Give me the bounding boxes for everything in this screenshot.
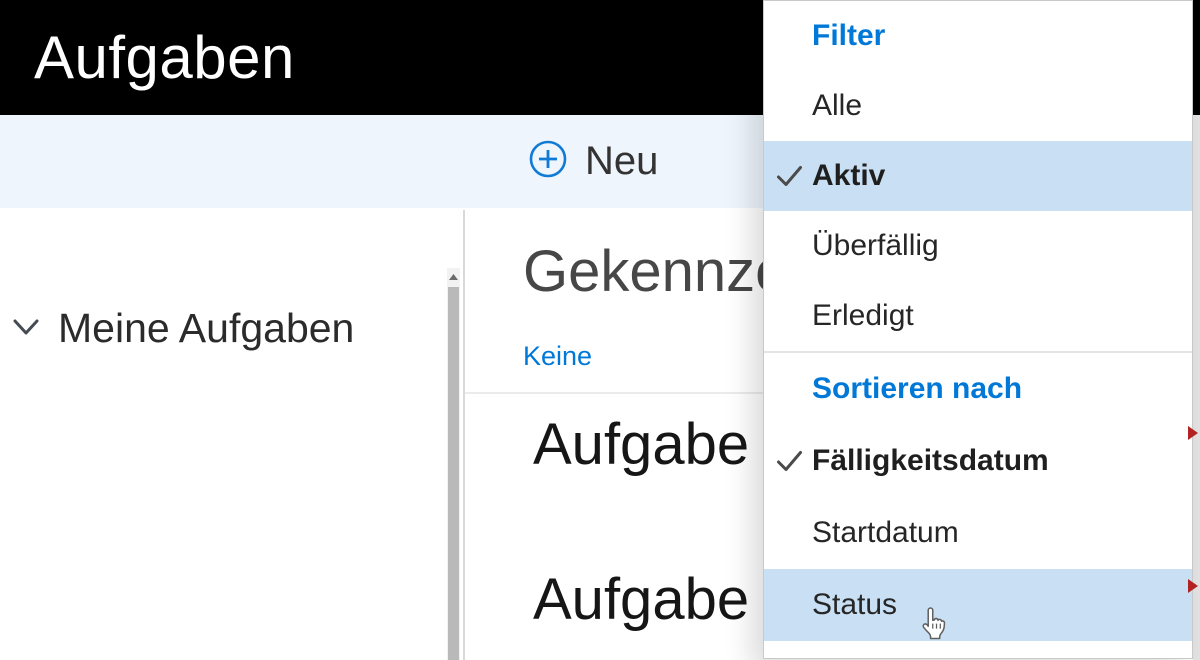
menu-item-alle[interactable]: Alle [764,71,1192,141]
task-list-item[interactable]: Aufgabe 2 [533,411,797,478]
sidebar-item-label: Meine Aufgaben [58,304,355,351]
menu-header-filter: Filter [812,19,886,52]
scroll-up-arrow-icon[interactable] [447,268,460,285]
menu-item-ueberfaellig[interactable]: Überfällig [764,211,1192,281]
menu-item-label: Aktiv [812,159,886,192]
new-task-button[interactable]: Neu [528,115,658,208]
flag-icon[interactable] [1188,426,1198,440]
menu-item-startdatum[interactable]: Startdatum [764,497,1192,569]
chevron-down-icon[interactable] [8,317,44,339]
checkmark-icon [776,450,803,473]
checkmark-icon [776,165,803,188]
window-edge-header [1193,0,1200,115]
tasks-app-window: Aufgaben Neu Meine Aufgaben Gekennzeichn… [0,0,1200,660]
menu-item-faelligkeitsdatum[interactable]: Fälligkeitsdatum [764,425,1192,497]
folder-sidebar: Meine Aufgaben [0,208,463,660]
menu-item-erledigt[interactable]: Erledigt [764,281,1192,351]
circle-plus-icon [528,139,568,184]
sidebar-scrollbar-track[interactable] [447,268,460,660]
filter-summary-link[interactable]: Keine [523,341,592,372]
task-list-item[interactable]: Aufgabe 1 [533,566,797,633]
page-title: Aufgaben [34,24,295,91]
menu-item-aktiv[interactable]: Aktiv [764,141,1192,211]
sidebar-item-my-tasks[interactable]: Meine Aufgaben [0,300,440,356]
menu-item-label: Fälligkeitsdatum [812,444,1049,477]
new-task-label: Neu [585,139,659,183]
menu-header-sortieren-nach: Sortieren nach [812,372,1023,405]
sidebar-scrollbar-thumb[interactable] [448,287,459,660]
flag-icon[interactable] [1188,579,1198,593]
filter-sort-dropdown-menu: Filter Alle Aktiv Überfällig Erledigt So… [763,0,1193,659]
menu-item-status[interactable]: Status [764,569,1192,641]
